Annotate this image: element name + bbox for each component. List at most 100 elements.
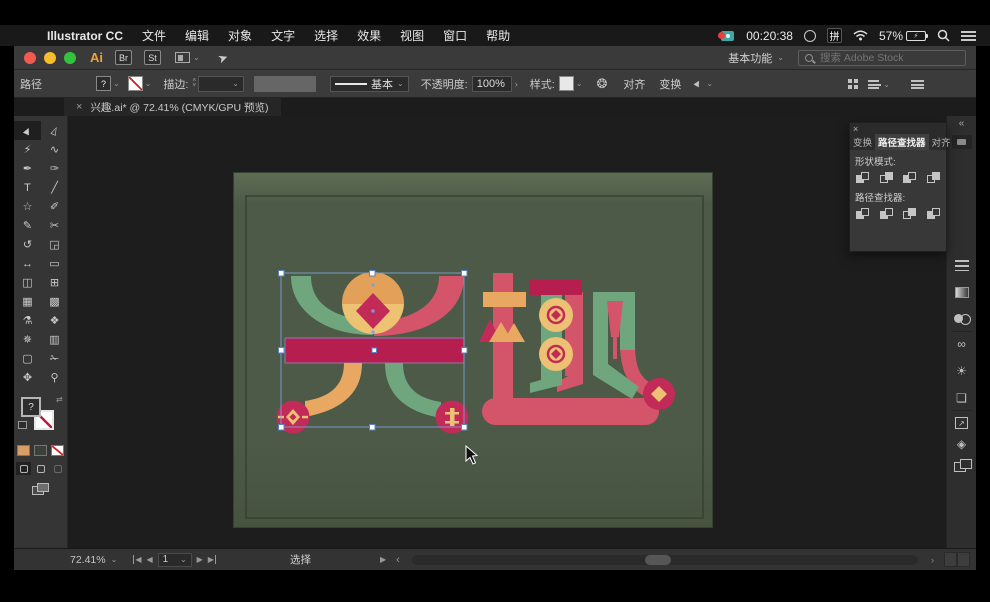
gradient-button[interactable] (34, 445, 47, 456)
shape-tool[interactable]: ☆ (14, 197, 41, 216)
menu-select[interactable]: 选择 (314, 27, 338, 44)
type-tool[interactable]: T (14, 178, 41, 197)
gradient-panel-icon[interactable] (953, 284, 971, 300)
spotlight-icon[interactable] (937, 29, 950, 42)
line-segment-tool[interactable]: ╱ (41, 178, 68, 197)
chevron-down-icon[interactable]: ⌄ (706, 79, 713, 88)
opacity-field[interactable]: 100% (472, 76, 512, 92)
menu-file[interactable]: 文件 (142, 27, 166, 44)
column-graph-tool[interactable]: ▥ (41, 330, 68, 349)
export-panel-icon[interactable]: ↗ (953, 415, 971, 431)
bridge-button[interactable]: Br (115, 50, 132, 65)
chevron-down-icon[interactable]: ⌄ (576, 79, 583, 88)
document-arrange-icon[interactable] (848, 70, 858, 98)
exclude-button[interactable] (927, 172, 941, 184)
width-tool[interactable]: ↔ (14, 254, 41, 273)
unite-button[interactable] (856, 172, 870, 184)
artboard[interactable] (233, 172, 713, 528)
zoom-window-button[interactable] (64, 52, 76, 64)
expand-panels-icon[interactable]: « (959, 118, 965, 129)
symbol-sprayer-tool[interactable]: ✵ (14, 330, 41, 349)
symbols-panel-icon[interactable]: ❏ (953, 390, 971, 406)
recolor-artwork-icon[interactable]: ❂ (597, 76, 608, 92)
curvature-tool[interactable]: ✑ (41, 159, 68, 178)
draw-normal-mode[interactable] (16, 462, 31, 475)
notification-center-icon[interactable] (961, 30, 976, 41)
zoom-level-dropdown[interactable]: 72.41% ⌄ (70, 554, 117, 566)
gradient-tool[interactable]: ▩ (41, 292, 68, 311)
document-tab[interactable]: × 兴趣.ai* @ 72.41% (CMYK/GPU 预览) (64, 98, 281, 116)
cc-libraries-panel-icon[interactable]: ∞ (953, 336, 971, 352)
tab-transform[interactable]: 变换 (850, 134, 875, 150)
stroke-weight-stepper[interactable]: ˄˅ (192, 79, 196, 89)
tab-pathfinder[interactable]: 路径查找器 (875, 134, 929, 150)
fill-indicator[interactable]: ? (21, 397, 41, 417)
trim-button[interactable] (880, 208, 894, 220)
transform-button[interactable]: 变换 (659, 76, 681, 92)
menu-type[interactable]: 文字 (271, 27, 295, 44)
direct-selection-tool[interactable]: ▻ (41, 121, 68, 140)
swap-fill-stroke-icon[interactable]: ⇄ (56, 395, 63, 404)
first-artboard-button[interactable]: ◀ (133, 555, 141, 564)
status-menu-arrow[interactable]: ▶ (380, 555, 386, 564)
fill-color-swatch[interactable]: ? (96, 76, 111, 91)
close-tab-icon[interactable]: × (76, 101, 82, 113)
graphic-style-swatch[interactable] (559, 76, 574, 91)
share-icon[interactable]: ➤ (216, 49, 230, 66)
screen-recording-icon[interactable] (718, 30, 735, 42)
free-transform-tool[interactable]: ▭ (41, 254, 68, 273)
menu-help[interactable]: 帮助 (486, 27, 510, 44)
canvas[interactable] (68, 116, 946, 548)
stroke-panel-icon[interactable] (953, 257, 971, 273)
creative-cloud-icon[interactable] (804, 30, 816, 42)
none-button[interactable] (51, 445, 64, 456)
brush-definition-dropdown[interactable]: 基本⌄ (330, 76, 409, 92)
workspace-icon[interactable]: ⌄ (868, 70, 890, 98)
stock-button[interactable]: St (144, 50, 161, 65)
intersect-button[interactable] (903, 172, 917, 184)
lasso-tool[interactable]: ∿ (41, 140, 68, 159)
shape-builder-tool[interactable]: ◫ (14, 273, 41, 292)
tab-align[interactable]: 对齐 (929, 134, 954, 150)
selection-tool[interactable]: ► (14, 121, 41, 140)
last-artboard-button[interactable]: ▶ (208, 555, 216, 564)
artboard-navigation-field[interactable]: 1 ⌄ (158, 553, 192, 567)
draw-behind-mode[interactable] (33, 462, 48, 475)
transparency-panel-icon[interactable] (953, 311, 971, 327)
next-artboard-button[interactable]: ▶ (197, 555, 203, 564)
adobe-stock-search[interactable] (798, 50, 966, 66)
menu-edit[interactable]: 编辑 (185, 27, 209, 44)
horizontal-scrollbar[interactable] (412, 555, 918, 565)
artboards-panel-icon[interactable] (953, 457, 971, 473)
input-method-icon[interactable]: 拼 (827, 28, 842, 43)
scroll-left-icon[interactable]: ‹ (396, 554, 400, 566)
draw-inside-mode[interactable] (50, 462, 65, 475)
mesh-tool[interactable]: ▦ (14, 292, 41, 311)
horizontal-scrollbar-thumb[interactable] (645, 555, 671, 565)
rotate-tool[interactable]: ↺ (14, 235, 41, 254)
crop-button[interactable] (927, 208, 941, 220)
previous-artboard-button[interactable]: ◀ (146, 555, 152, 564)
wifi-icon[interactable] (853, 30, 868, 41)
opacity-expand-arrow[interactable]: › (515, 79, 518, 89)
shaper-tool[interactable]: ✎ (14, 216, 41, 235)
stock-search-input[interactable] (818, 51, 948, 65)
menu-app-name[interactable]: Illustrator CC (47, 29, 123, 43)
scroll-right-icon[interactable]: › (931, 555, 934, 565)
hand-tool[interactable]: ✥ (14, 368, 41, 387)
menu-window[interactable]: 窗口 (443, 27, 467, 44)
menu-object[interactable]: 对象 (228, 27, 252, 44)
merge-button[interactable] (903, 208, 917, 220)
window-resize-grip[interactable] (944, 552, 970, 567)
chevron-down-icon[interactable]: ⌄ (113, 79, 120, 88)
magic-wand-tool[interactable]: ⚡ (14, 140, 41, 159)
close-window-button[interactable] (24, 52, 36, 64)
perspective-grid-tool[interactable]: ⊞ (41, 273, 68, 292)
select-similar-icon[interactable]: ► (691, 76, 705, 90)
pen-tool[interactable]: ✒ (14, 159, 41, 178)
minus-front-button[interactable] (880, 172, 894, 184)
change-screen-mode-button[interactable] (32, 483, 50, 496)
workspace-switcher[interactable]: 基本功能⌄ (728, 50, 784, 66)
menu-effect[interactable]: 效果 (357, 27, 381, 44)
align-button[interactable]: 对齐 (623, 76, 645, 92)
